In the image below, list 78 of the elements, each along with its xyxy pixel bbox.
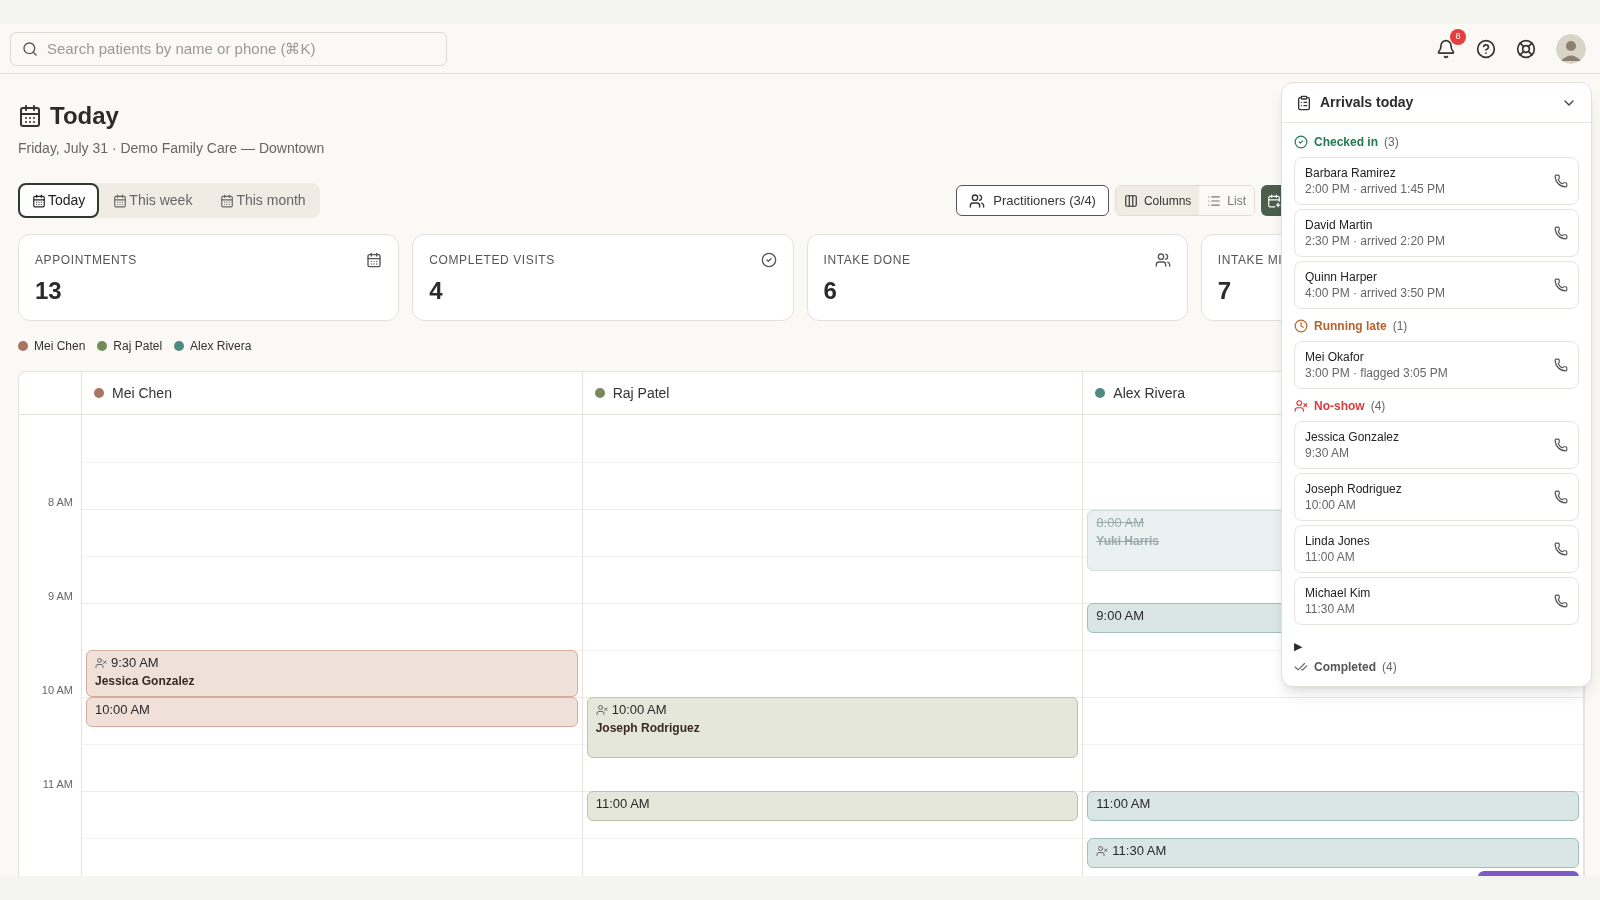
- notification-count: 8: [1450, 28, 1466, 45]
- group-label: Checked in: [1314, 134, 1379, 151]
- hour-label: 8 AM: [47, 495, 73, 510]
- appointment-time: 8:00 AM: [1096, 515, 1145, 531]
- patient-card[interactable]: Barbara Ramirez 2:00 PM · arrived 1:45 PM: [1294, 157, 1579, 205]
- stat-label: APPOINTMENTS: [35, 252, 137, 269]
- appointment-time: 11:00 AM: [595, 796, 650, 812]
- appointment-time: 11:00 AM: [1096, 796, 1151, 812]
- panel-title: Arrivals today: [1320, 93, 1414, 112]
- arrival-detail: 11:30 AM: [1305, 601, 1356, 617]
- range-tab[interactable]: Today: [18, 183, 100, 218]
- group-label: No-show: [1314, 398, 1365, 415]
- hour-label: 11 AM: [42, 777, 73, 792]
- patient-name: Michael Kim: [1305, 585, 1371, 601]
- patient-name: Linda Jones: [1305, 533, 1370, 549]
- range-tab[interactable]: This month: [206, 183, 320, 218]
- arrival-detail: 10:00 AM: [1305, 497, 1357, 513]
- patient-card[interactable]: Mei Okafor 3:00 PM · flagged 3:05 PM: [1294, 341, 1579, 389]
- legend-label: Mei Chen: [34, 338, 86, 355]
- stat-label: INTAKE MI: [1217, 252, 1283, 269]
- appointment-time: 9:30 AM: [111, 655, 159, 671]
- group-label: Running late: [1314, 318, 1387, 335]
- appointment-block[interactable]: 10:00 AM: [86, 697, 578, 727]
- appointment-block[interactable]: 11:00 AM: [1087, 791, 1579, 821]
- disclosure-marker[interactable]: ▶: [1294, 641, 1579, 652]
- patient-name: Quinn Harper: [1305, 269, 1379, 285]
- column-header: Alex Rivera: [1113, 383, 1185, 403]
- stat-label: INTAKE DONE: [823, 252, 911, 269]
- group-label: Completed: [1314, 659, 1376, 676]
- column-header: Mei Chen: [112, 383, 172, 403]
- arrival-detail: 9:30 AM: [1305, 445, 1351, 461]
- stat-label: COMPLETED VISITS: [429, 252, 555, 269]
- arrival-detail: 2:00 PM · arrived 1:45 PM: [1305, 181, 1446, 197]
- hour-label: 9 AM: [47, 589, 73, 604]
- patient-card[interactable]: David Martin 2:30 PM · arrived 2:20 PM: [1294, 209, 1579, 257]
- legend-label: Raj Patel: [113, 338, 163, 355]
- patient-card[interactable]: Joseph Rodriguez 10:00 AM: [1294, 473, 1579, 521]
- arrival-detail: 11:00 AM: [1305, 549, 1356, 565]
- group-count: (1): [1392, 318, 1408, 335]
- stat-value: 4: [429, 276, 443, 306]
- stat-value: 7: [1217, 276, 1232, 306]
- legend-label: Alex Rivera: [190, 338, 252, 355]
- patient-card[interactable]: Jessica Gonzalez 9:30 AM: [1294, 421, 1579, 469]
- patient-name: Joseph Rodriguez: [1305, 481, 1402, 497]
- patient-name: Jessica Gonzalez: [1305, 429, 1400, 445]
- search-field[interactable]: Search patients by name or phone (⌘K): [10, 31, 447, 66]
- patient-card[interactable]: Quinn Harper 4:00 PM · arrived 3:50 PM: [1294, 261, 1579, 309]
- patient-name: Jessica Gonzalez: [95, 673, 195, 689]
- range-tab[interactable]: This week: [99, 183, 207, 218]
- page-title: Today: [50, 101, 119, 131]
- arrival-detail: 4:00 PM · arrived 3:50 PM: [1305, 285, 1446, 301]
- group-count: (4): [1370, 398, 1386, 415]
- patient-card[interactable]: Linda Jones 11:00 AM: [1294, 525, 1579, 573]
- practitioners-button[interactable]: Practitioners (3/4): [956, 185, 1109, 216]
- patient-name: Joseph Rodriguez: [595, 720, 700, 736]
- appointment-block[interactable]: 11:30 AM: [1087, 838, 1579, 868]
- appointment-time: 10:00 AM: [95, 702, 150, 718]
- column-header: Raj Patel: [612, 383, 670, 403]
- patient-name: David Martin: [1305, 217, 1374, 233]
- arrival-detail: 3:00 PM · flagged 3:05 PM: [1305, 365, 1448, 381]
- group-count: (3): [1384, 134, 1399, 151]
- view-toggle[interactable]: Columns: [1115, 186, 1200, 215]
- page-subtitle: Friday, July 31 · Demo Family Care — Downtown: [18, 139, 325, 158]
- appointment-time: 10:00 AM: [611, 702, 667, 718]
- appointment-block[interactable]: 11:00 AM: [586, 791, 1079, 821]
- appointment-block[interactable]: 10:00 AM Joseph Rodriguez: [586, 697, 1079, 758]
- stat-value: 13: [35, 276, 62, 306]
- appointment-block[interactable]: 9:30 AM Jessica Gonzalez: [86, 650, 578, 697]
- group-count: (4): [1382, 659, 1397, 676]
- stat-value: 6: [823, 276, 837, 306]
- patient-name: Mei Okafor: [1305, 349, 1365, 365]
- appointment-time: 11:30 AM: [1112, 843, 1167, 859]
- patient-name: Barbara Ramirez: [1305, 165, 1397, 181]
- appointment-time: 9:00 AM: [1096, 608, 1145, 624]
- hour-label: 10 AM: [41, 683, 73, 698]
- patient-card[interactable]: Michael Kim 11:30 AM: [1294, 577, 1579, 625]
- patient-name: Yuki Harris: [1096, 533, 1160, 549]
- arrival-detail: 2:30 PM · arrived 2:20 PM: [1305, 233, 1446, 249]
